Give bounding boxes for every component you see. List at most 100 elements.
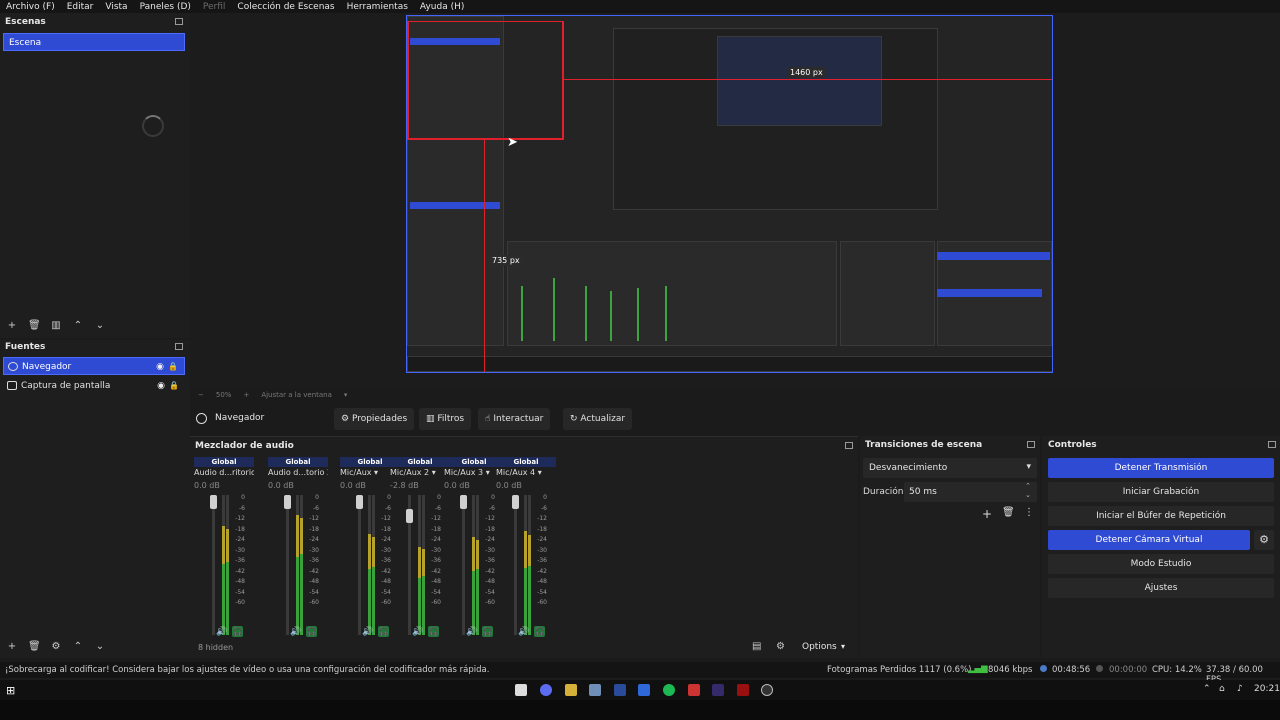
menu-herramientas[interactable]: Herramientas xyxy=(341,2,414,12)
menu-ayuda[interactable]: Ayuda (H) xyxy=(414,2,470,12)
undock-icon[interactable] xyxy=(845,442,853,449)
trash-icon[interactable]: 🗑 xyxy=(1002,507,1015,518)
speaker-icon[interactable]: 🔊 xyxy=(362,627,373,637)
volume-slider-handle[interactable] xyxy=(406,509,413,523)
chevron-down-icon[interactable]: ▾ xyxy=(374,468,378,477)
add-icon[interactable]: + xyxy=(6,320,18,331)
channel-name[interactable]: Audio d...torio 2 ▾ xyxy=(268,468,328,477)
trash-icon[interactable]: 🗑 xyxy=(28,320,41,331)
source-item-captura[interactable]: Captura de pantalla ◉ 🔒 xyxy=(3,377,185,395)
trash-icon[interactable]: 🗑 xyxy=(28,641,41,652)
duration-spinbox[interactable]: 50 ms ⌃ ⌄ xyxy=(904,482,1037,502)
undock-icon[interactable] xyxy=(1268,441,1276,448)
start-record-button[interactable]: Iniciar Grabación xyxy=(1048,482,1274,502)
chevron-down-icon[interactable]: ▾ xyxy=(432,468,436,477)
volume-slider[interactable] xyxy=(514,495,517,635)
network-icon[interactable]: ⌂ xyxy=(1219,684,1225,694)
chevron-up-icon[interactable]: ⌃ xyxy=(1025,482,1031,490)
volume-slider-handle[interactable] xyxy=(356,495,363,509)
spotify-icon[interactable] xyxy=(663,684,675,696)
speaker-icon[interactable]: 🔊 xyxy=(412,627,423,637)
menu-editar[interactable]: Editar xyxy=(61,2,100,12)
chevron-down-icon[interactable]: ▾ xyxy=(486,468,490,477)
refresh-button[interactable]: ↻ Actualizar xyxy=(563,408,633,430)
headphones-icon[interactable]: 🎧 xyxy=(428,626,439,637)
properties-button[interactable]: ⚙ Propiedades xyxy=(334,408,415,430)
add-icon[interactable]: + xyxy=(6,641,18,652)
filters-button[interactable]: ▥ Filtros xyxy=(419,408,472,430)
source-item-navegador[interactable]: Navegador ◉ 🔒 xyxy=(3,357,185,375)
headphones-icon[interactable]: 🎧 xyxy=(534,626,545,637)
app-icon[interactable] xyxy=(737,684,749,696)
headphones-icon[interactable]: 🎧 xyxy=(232,626,243,637)
headphones-icon[interactable]: 🎧 xyxy=(378,626,389,637)
menu-paneles[interactable]: Paneles (D) xyxy=(134,2,197,12)
chevron-down-icon[interactable]: ⌄ xyxy=(1025,491,1031,499)
zoom-fit-select[interactable]: Ajustar a la ventana xyxy=(261,391,332,399)
app-icon[interactable] xyxy=(712,684,724,696)
preview-canvas[interactable]: 1460 px 735 px ➤ xyxy=(406,15,1053,373)
zoom-in-icon[interactable]: + xyxy=(243,391,249,399)
volume-slider-handle[interactable] xyxy=(460,495,467,509)
more-icon[interactable]: ⋮ xyxy=(1024,507,1034,518)
speaker-icon[interactable]: 🔊 xyxy=(518,627,529,637)
chevron-down-icon[interactable]: ▾ xyxy=(841,642,845,651)
gear-icon[interactable]: ⚙ xyxy=(50,641,62,652)
layout-icon[interactable]: ▤ xyxy=(752,641,761,652)
undock-icon[interactable] xyxy=(1027,441,1035,448)
app-icon[interactable] xyxy=(614,684,626,696)
headphones-icon[interactable]: 🎧 xyxy=(306,626,317,637)
lock-icon[interactable]: 🔒 xyxy=(169,377,179,395)
volume-slider[interactable] xyxy=(286,495,289,635)
add-icon[interactable]: + xyxy=(982,507,992,521)
taskview-icon[interactable] xyxy=(515,684,527,696)
undock-icon[interactable] xyxy=(175,343,183,350)
menu-coleccion-escenas[interactable]: Colección de Escenas xyxy=(231,2,340,12)
steam-icon[interactable] xyxy=(589,684,601,696)
undock-icon[interactable] xyxy=(175,18,183,25)
scene-item[interactable]: Escena xyxy=(3,33,185,51)
chevron-down-icon[interactable]: ▾ xyxy=(344,391,348,399)
stop-virtual-camera-button[interactable]: Detener Cámara Virtual xyxy=(1048,530,1250,550)
volume-slider-handle[interactable] xyxy=(284,495,291,509)
gear-icon[interactable]: ⚙ xyxy=(1254,530,1274,550)
studio-mode-button[interactable]: Modo Estudio xyxy=(1048,554,1274,574)
headphones-icon[interactable]: 🎧 xyxy=(482,626,493,637)
eye-icon[interactable]: ◉ xyxy=(157,377,165,395)
menu-vista[interactable]: Vista xyxy=(99,2,133,12)
channel-name[interactable]: Audio d...ritorio ▾ xyxy=(194,468,254,477)
volume-slider[interactable] xyxy=(462,495,465,635)
zoom-out-icon[interactable]: − xyxy=(198,391,204,399)
channel-name[interactable]: Mic/Aux 4 ▾ xyxy=(496,468,556,477)
volume-slider[interactable] xyxy=(212,495,215,635)
app-icon[interactable] xyxy=(638,684,650,696)
settings-button[interactable]: Ajustes xyxy=(1048,578,1274,598)
chevron-down-icon[interactable]: ▾ xyxy=(538,468,542,477)
move-up-icon[interactable]: ⌃ xyxy=(72,641,84,652)
folder-icon[interactable] xyxy=(565,684,577,696)
discord-icon[interactable] xyxy=(540,684,552,696)
menu-archivo[interactable]: Archivo (F) xyxy=(0,2,61,12)
options-button[interactable]: Options xyxy=(802,642,837,652)
speaker-icon[interactable]: 🔊 xyxy=(216,627,227,637)
eye-icon[interactable]: ◉ xyxy=(156,358,164,376)
volume-slider[interactable] xyxy=(358,495,361,635)
windows-start-icon[interactable]: ⊞ xyxy=(6,684,15,697)
obs-icon[interactable] xyxy=(761,684,773,696)
speaker-icon[interactable]: 🔊 xyxy=(290,627,301,637)
volume-icon[interactable]: ♪ xyxy=(1237,684,1243,694)
app-icon[interactable] xyxy=(688,684,700,696)
start-replay-buffer-button[interactable]: Iniciar el Búfer de Repetición xyxy=(1048,506,1274,526)
tray-chevron-icon[interactable]: ⌃ xyxy=(1203,684,1211,694)
volume-slider-handle[interactable] xyxy=(210,495,217,509)
channel-name[interactable]: Mic/Aux 3 ▾ xyxy=(444,468,504,477)
speaker-icon[interactable]: 🔊 xyxy=(466,627,477,637)
interact-button[interactable]: ☝ Interactuar xyxy=(478,408,551,430)
transition-select[interactable]: Desvanecimiento ▾ xyxy=(863,458,1037,478)
filter-icon[interactable]: ▥ xyxy=(50,320,62,331)
gear-icon[interactable]: ⚙ xyxy=(776,641,785,652)
lock-icon[interactable]: 🔒 xyxy=(168,358,178,376)
volume-slider-handle[interactable] xyxy=(512,495,519,509)
move-down-icon[interactable]: ⌄ xyxy=(94,320,106,331)
menu-perfil[interactable]: Perfil xyxy=(197,2,232,12)
